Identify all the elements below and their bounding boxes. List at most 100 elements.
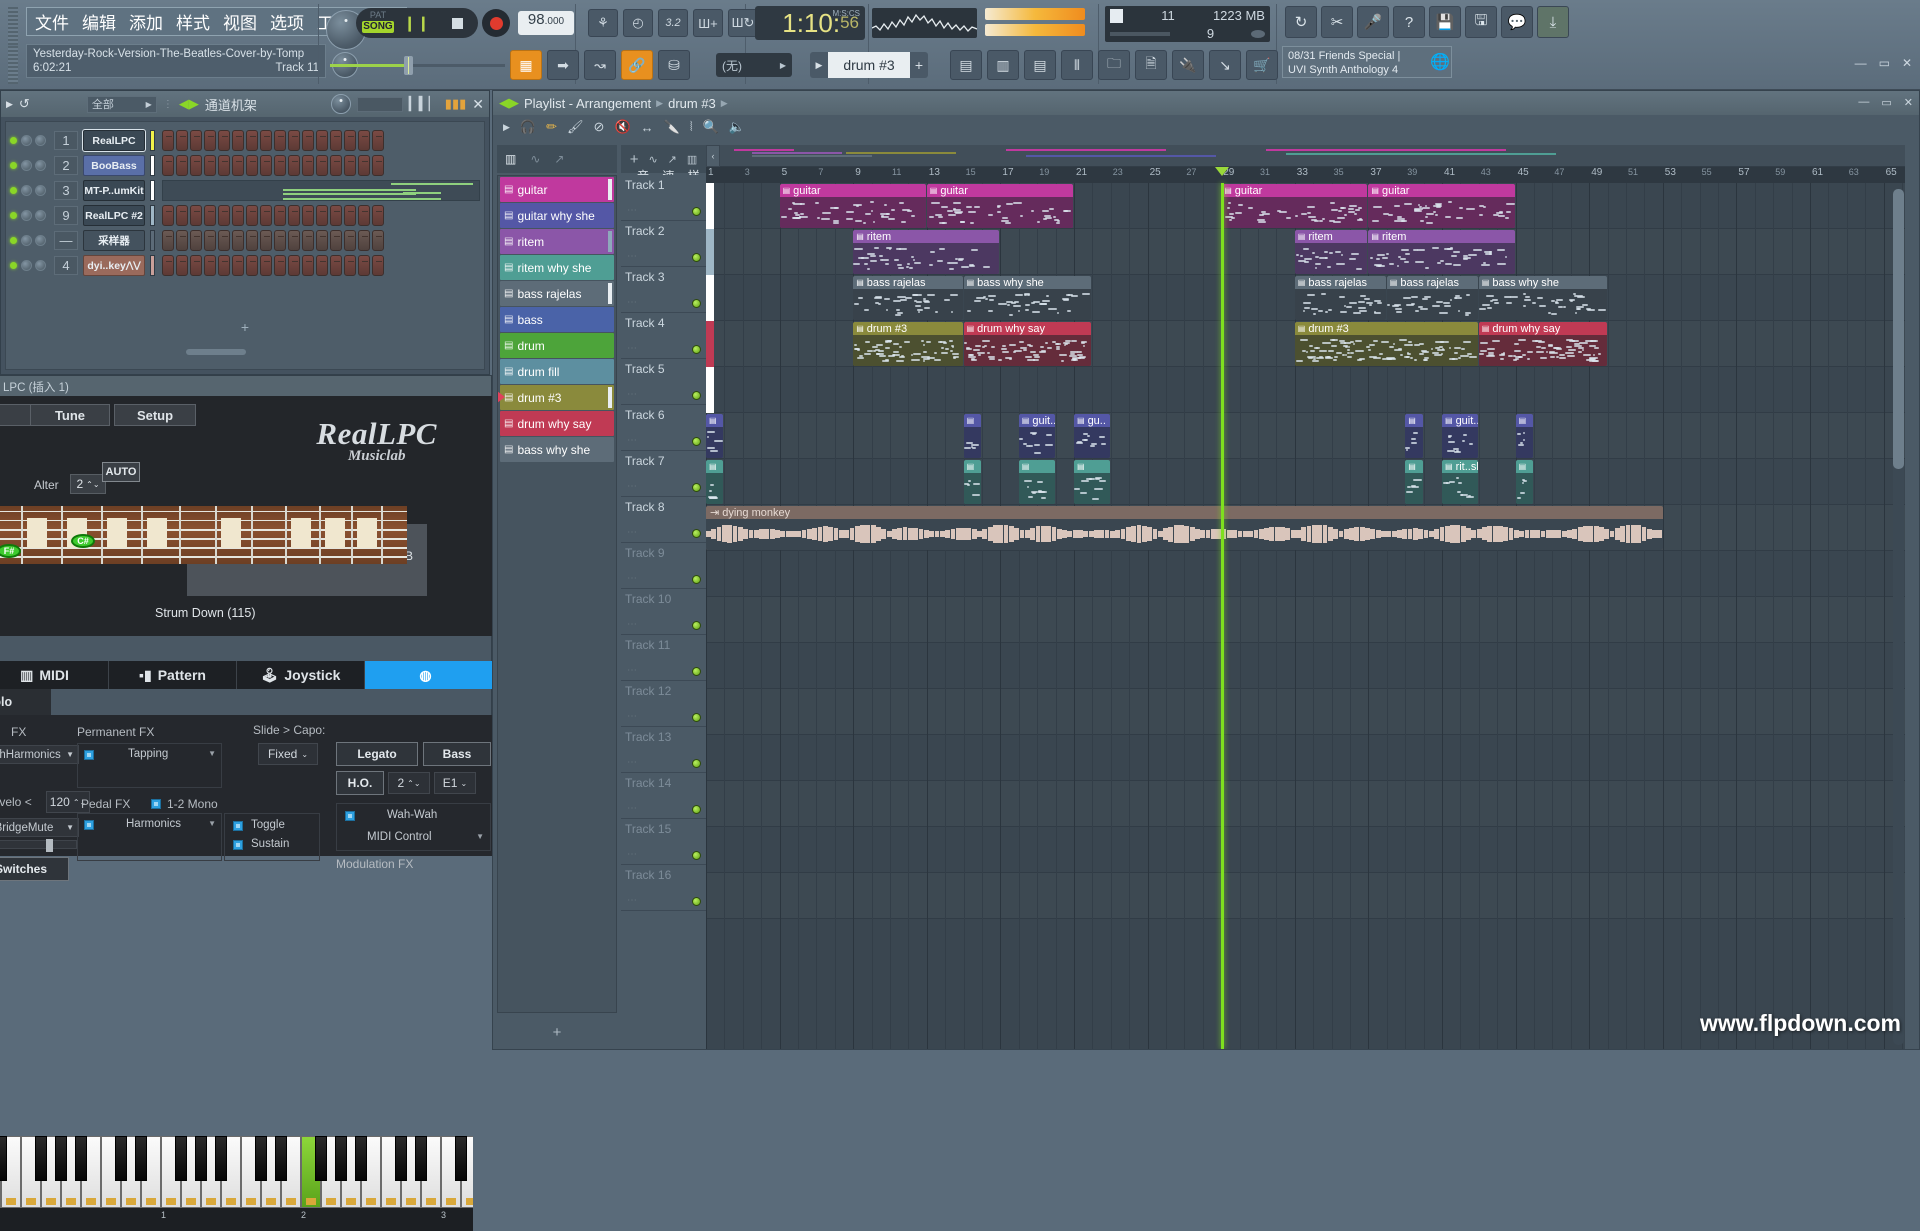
- step-button[interactable]: [288, 230, 300, 251]
- step-button[interactable]: [358, 155, 370, 176]
- channel-row[interactable]: 2 BooBass: [10, 153, 480, 178]
- pattern-prev-icon[interactable]: ▶: [810, 52, 828, 78]
- menu-item-add[interactable]: 添加: [129, 9, 163, 34]
- time-display[interactable]: M:S:CS 1:10 : 56: [755, 6, 865, 40]
- cut-tool-icon[interactable]: ✂: [1321, 6, 1353, 38]
- playlist-lane[interactable]: [706, 367, 1905, 413]
- track-enable-led[interactable]: [692, 621, 701, 630]
- snap-select[interactable]: (无) ▶: [716, 53, 792, 77]
- piano-black-key[interactable]: [255, 1136, 267, 1181]
- track-header[interactable]: Track 8 ⋯: [621, 497, 706, 543]
- step-button[interactable]: [204, 155, 216, 176]
- multilink-icon[interactable]: ↝: [584, 50, 616, 80]
- channel-led[interactable]: [10, 137, 17, 144]
- step-button[interactable]: [232, 155, 244, 176]
- piano-black-key[interactable]: [75, 1136, 87, 1181]
- step-button[interactable]: [232, 130, 244, 151]
- bass-button[interactable]: Bass: [423, 742, 491, 766]
- step-button[interactable]: [204, 130, 216, 151]
- track-header[interactable]: Track 7 ⋯: [621, 451, 706, 497]
- pattern-selector[interactable]: ▶ drum #3 +: [810, 52, 928, 78]
- pattern-clip-icon[interactable]: ▥: [687, 153, 697, 166]
- step-button[interactable]: [372, 230, 384, 251]
- playlist-clip[interactable]: ▤: [963, 460, 981, 504]
- pedal-mono-checkbox[interactable]: [151, 799, 161, 809]
- playlist-lane[interactable]: [706, 827, 1905, 873]
- download-icon[interactable]: ⤓: [1537, 6, 1569, 38]
- help-icon[interactable]: ?: [1393, 6, 1425, 38]
- track-enable-led[interactable]: [692, 391, 701, 400]
- step-button[interactable]: [288, 130, 300, 151]
- draw-tool-icon[interactable]: ✏: [546, 119, 557, 135]
- track-handle[interactable]: ⋯: [627, 435, 638, 446]
- channel-rack-titlebar[interactable]: ▶ ↺ 全部 ▶ ⋮ ◀▶ 通道机架 ▎▍▏ ▮▮▮ ✕: [1, 91, 489, 117]
- track-handle[interactable]: ⋯: [627, 205, 638, 216]
- news-ticker[interactable]: 08/31 Friends Special | UVI Synth Anthol…: [1282, 46, 1452, 78]
- playback-tool-icon[interactable]: 🔈: [729, 119, 745, 135]
- pedal-fx-checkbox[interactable]: [84, 820, 94, 830]
- piano-black-key[interactable]: [355, 1136, 367, 1181]
- step-button[interactable]: [344, 155, 356, 176]
- playlist-vscrollbar[interactable]: [1893, 189, 1904, 1045]
- tab-pattern[interactable]: ▪▮ Pattern: [109, 661, 237, 689]
- paint-tool-icon[interactable]: 🖌: [567, 119, 584, 135]
- track-handle[interactable]: ⋯: [627, 527, 638, 538]
- ho-stepper[interactable]: 2 ⌃⌄: [388, 772, 430, 794]
- playlist-clip[interactable]: ▤: [1515, 460, 1533, 504]
- pattern-picker-item[interactable]: ▤ ritem why she: [500, 255, 614, 280]
- playlist-clip[interactable]: ▤: [706, 460, 724, 504]
- step-button[interactable]: [288, 255, 300, 276]
- channel-mixer-number[interactable]: 4: [54, 256, 78, 275]
- piano-black-key[interactable]: [0, 1136, 7, 1181]
- step-button[interactable]: [372, 130, 384, 151]
- play-pause-button[interactable]: ❙❙: [398, 8, 436, 38]
- channel-row[interactable]: 1 RealLPC: [10, 128, 480, 153]
- step-button[interactable]: [162, 130, 174, 151]
- track-handle[interactable]: ⋯: [627, 849, 638, 860]
- track-handle[interactable]: ⋯: [627, 573, 638, 584]
- playlist-lane[interactable]: [706, 781, 1905, 827]
- song-info-panel[interactable]: Yesterday-Rock-Version-The-Beatles-Cover…: [26, 44, 326, 78]
- playlist-clip[interactable]: ▤: [706, 414, 724, 458]
- refresh-icon[interactable]: ↻: [1285, 6, 1317, 38]
- maximize-button[interactable]: ▭: [1879, 56, 1890, 70]
- plugin-titlebar[interactable]: LPC (插入 1): [0, 376, 491, 396]
- step-button[interactable]: [344, 255, 356, 276]
- minimize-button[interactable]: —: [1855, 56, 1867, 70]
- piano-black-key[interactable]: [215, 1136, 227, 1181]
- sustain-checkbox[interactable]: [233, 840, 243, 850]
- track-handle[interactable]: ⋯: [627, 803, 638, 814]
- channel-row[interactable]: — 采样器: [10, 228, 480, 253]
- step-button[interactable]: [288, 155, 300, 176]
- piano-black-key[interactable]: [395, 1136, 407, 1181]
- track-name[interactable]: Track 16: [625, 868, 706, 882]
- permanent-fx-checkbox[interactable]: [84, 750, 94, 760]
- playlist-toggle-icon[interactable]: ▤: [950, 50, 982, 80]
- channel-led[interactable]: [10, 162, 17, 169]
- pattern-picker-list[interactable]: ▤ guitar ▤ guitar why she ▤ ritem ▤ ritem why s…: [497, 175, 617, 1013]
- select-tool-icon[interactable]: ⦚: [690, 119, 693, 135]
- step-button[interactable]: [176, 255, 188, 276]
- playlist-clip[interactable]: ▤ bass why she: [1478, 276, 1607, 320]
- channel-volume-knob[interactable]: [35, 160, 46, 171]
- track-enable-led[interactable]: [692, 529, 701, 538]
- playhead-marker[interactable]: [1215, 167, 1230, 176]
- step-sequencer[interactable]: [162, 255, 384, 276]
- track-handle[interactable]: ⋯: [627, 711, 638, 722]
- step-button[interactable]: [218, 155, 230, 176]
- track-enable-led[interactable]: [692, 759, 701, 768]
- microphone-icon[interactable]: 🎤: [1357, 6, 1389, 38]
- pattern-song-toggle[interactable]: PAT SONG: [356, 8, 398, 38]
- pattern-picker-item[interactable]: ▤ ritem: [500, 229, 614, 254]
- channel-volume-knob[interactable]: [35, 185, 46, 196]
- piano-black-key[interactable]: [175, 1136, 187, 1181]
- step-button[interactable]: [330, 230, 342, 251]
- step-button[interactable]: [302, 230, 314, 251]
- picker-audio-icon[interactable]: ∿: [530, 152, 540, 166]
- channel-volume-knob[interactable]: [35, 235, 46, 246]
- step-button[interactable]: [274, 205, 286, 226]
- step-sequencer[interactable]: [162, 205, 384, 226]
- playlist-clip[interactable]: ▤ gu..: [1074, 414, 1110, 458]
- step-button[interactable]: [218, 255, 230, 276]
- capo-select[interactable]: Fixed ⌄: [258, 743, 318, 765]
